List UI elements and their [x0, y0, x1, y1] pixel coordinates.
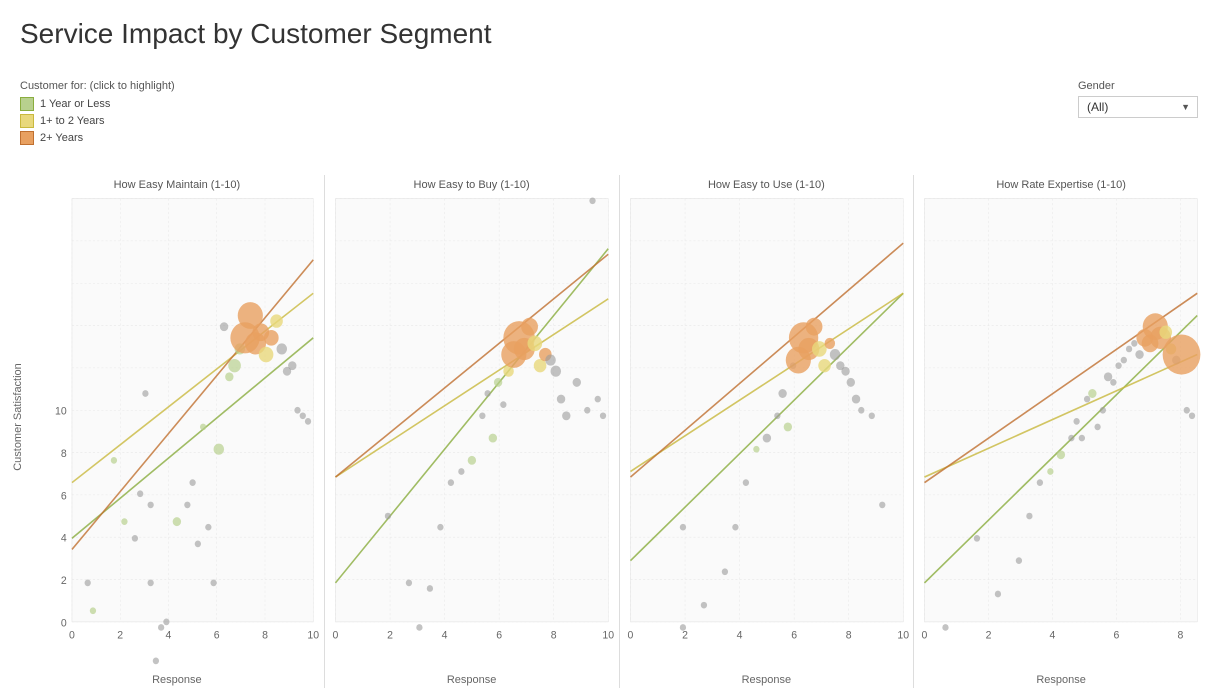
charts-row: How Easy Maintain (1-10) [30, 175, 1208, 688]
main-content: Customer Satisfaction How Easy Maintain … [30, 175, 1208, 688]
legend-item-0[interactable]: 1 Year or Less [20, 97, 175, 111]
svg-text:4: 4 [61, 532, 67, 544]
gender-select-wrapper: (All) Male Female [1078, 96, 1198, 118]
legend-swatch-0 [20, 97, 34, 111]
svg-text:4: 4 [166, 629, 172, 641]
chart-4-container: How Rate Expertise (1-10) [914, 175, 1208, 688]
chart-1-svg: 0 2 4 6 8 10 0 2 4 6 8 10 [30, 193, 324, 672]
legend-area: Customer for: (click to highlight) 1 Yea… [20, 80, 175, 145]
y-axis-label: Customer Satisfaction [12, 363, 24, 471]
chart-4-svg: 0 2 4 6 8 [914, 193, 1208, 672]
legend-title: Customer for: (click to highlight) [20, 80, 175, 92]
chart-2-title: How Easy to Buy (1-10) [325, 175, 619, 193]
svg-text:2: 2 [387, 629, 393, 641]
chart-2-svg: 0 2 4 6 8 10 [325, 193, 619, 672]
svg-text:4: 4 [441, 629, 447, 641]
svg-text:0: 0 [332, 629, 338, 641]
svg-text:4: 4 [736, 629, 742, 641]
svg-text:6: 6 [214, 629, 220, 641]
svg-text:6: 6 [61, 490, 67, 502]
chart-3-container: How Easy to Use (1-10) [620, 175, 915, 688]
gender-filter-label: Gender [1078, 80, 1198, 92]
chart-4-title: How Rate Expertise (1-10) [914, 175, 1208, 193]
svg-text:8: 8 [262, 629, 268, 641]
chart-3-title: How Easy to Use (1-10) [620, 175, 914, 193]
y-axis-label-container: Customer Satisfaction [8, 175, 28, 658]
svg-text:2: 2 [117, 629, 123, 641]
gender-filter: Gender (All) Male Female [1078, 80, 1198, 118]
svg-text:6: 6 [496, 629, 502, 641]
legend-item-2[interactable]: 2+ Years [20, 131, 175, 145]
svg-text:2: 2 [682, 629, 688, 641]
chart-3-x-label: Response [620, 672, 914, 688]
legend-swatch-1 [20, 114, 34, 128]
chart-1-title: How Easy Maintain (1-10) [30, 175, 324, 193]
svg-text:0: 0 [69, 629, 75, 641]
svg-text:8: 8 [1178, 629, 1184, 641]
svg-text:10: 10 [602, 629, 614, 641]
legend-item-1[interactable]: 1+ to 2 Years [20, 114, 175, 128]
svg-text:8: 8 [551, 629, 557, 641]
legend-label-2: 2+ Years [40, 132, 83, 144]
legend-swatch-2 [20, 131, 34, 145]
svg-text:2: 2 [986, 629, 992, 641]
svg-text:10: 10 [307, 629, 319, 641]
svg-text:6: 6 [791, 629, 797, 641]
gender-select[interactable]: (All) Male Female [1078, 96, 1198, 118]
svg-text:4: 4 [1050, 629, 1056, 641]
chart-4-x-label: Response [914, 672, 1208, 688]
svg-text:8: 8 [61, 448, 67, 460]
chart-3-svg: 0 2 4 6 8 10 [620, 193, 914, 672]
legend-label-1: 1+ to 2 Years [40, 115, 105, 127]
svg-text:0: 0 [922, 629, 928, 641]
legend-label-0: 1 Year or Less [40, 98, 110, 110]
svg-text:2: 2 [61, 575, 67, 587]
chart-2-x-label: Response [325, 672, 619, 688]
svg-text:10: 10 [897, 629, 909, 641]
svg-text:6: 6 [1114, 629, 1120, 641]
svg-text:0: 0 [61, 617, 67, 629]
chart-2-container: How Easy to Buy (1-10) [325, 175, 620, 688]
chart-1-x-label: Response [30, 672, 324, 688]
svg-text:0: 0 [627, 629, 633, 641]
chart-1-container: How Easy Maintain (1-10) [30, 175, 325, 688]
svg-text:8: 8 [845, 629, 851, 641]
page-title: Service Impact by Customer Segment [0, 0, 1218, 58]
svg-text:10: 10 [55, 405, 67, 417]
